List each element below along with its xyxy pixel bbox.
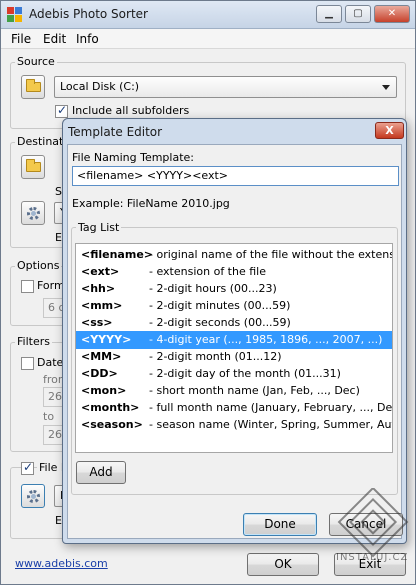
form-checkbox[interactable] <box>21 280 34 293</box>
maximize-button[interactable]: ▢ <box>345 5 371 23</box>
minimize-button[interactable]: ▁ <box>316 5 342 23</box>
source-disk-value: Local Disk (C:) <box>60 80 140 93</box>
tag-description: - short month name (Jan, Feb, ..., Dec) <box>149 384 360 397</box>
destination-settings-button[interactable] <box>21 201 45 225</box>
tag-row[interactable]: <MM> - 2-digit month (01...12) <box>76 348 392 366</box>
close-button[interactable]: ✕ <box>374 5 410 23</box>
tag-key: <month> <box>81 401 140 414</box>
tag-row[interactable]: <mm> - 2-digit minutes (00...59) <box>76 297 392 315</box>
menu-file[interactable]: File <box>7 29 35 49</box>
tag-key: <ext> <box>81 265 120 278</box>
gear-icon <box>27 207 40 220</box>
menu-info[interactable]: Info <box>72 29 103 49</box>
to-label: to <box>43 410 55 423</box>
done-button[interactable]: Done <box>243 513 317 536</box>
chevron-down-icon <box>382 85 390 90</box>
tag-row[interactable]: <season> - season name (Winter, Spring, … <box>76 416 392 434</box>
source-disk-select[interactable]: Local Disk (C:) <box>54 76 397 98</box>
tag-key: <filename> <box>81 248 153 261</box>
tag-row[interactable]: <ss> - 2-digit seconds (00...59) <box>76 314 392 332</box>
watermark-text: INSTALUJ.CZ <box>336 552 409 563</box>
add-tag-button[interactable]: Add <box>76 461 126 484</box>
tag-row-selected[interactable]: <YYYY> - 4-digit year (..., 1985, 1896, … <box>76 331 392 349</box>
file-naming-e-label: E <box>55 514 62 527</box>
tag-description: - extension of the file <box>149 265 266 278</box>
watermark: INSTALUJ.CZ <box>330 486 416 572</box>
tag-row[interactable]: <month> - full month name (January, Febr… <box>76 399 392 417</box>
tag-row[interactable]: <hh> - 2-digit hours (00...23) <box>76 280 392 298</box>
tag-key: <mm> <box>81 299 123 312</box>
tag-row[interactable]: <filename> - original name of the file w… <box>76 246 392 264</box>
website-link[interactable]: www.adebis.com <box>15 557 108 570</box>
include-subfolders-label: Include all subfolders <box>72 104 190 117</box>
tag-description: - 2-digit seconds (00...59) <box>149 316 291 329</box>
tag-description: - season name (Winter, Spring, Summer, A… <box>149 418 392 431</box>
date-checkbox[interactable] <box>21 357 34 370</box>
tag-key: <ss> <box>81 316 113 329</box>
tag-description: - 2-digit minutes (00...59) <box>149 299 291 312</box>
template-value: <filename> <YYYY><ext> <box>77 169 229 182</box>
template-input[interactable]: <filename> <YYYY><ext> <box>72 166 399 186</box>
tag-key: <DD> <box>81 367 118 380</box>
window-title: Adebis Photo Sorter <box>29 7 148 21</box>
tag-key: <YYYY> <box>81 333 132 346</box>
template-label: File Naming Template: <box>72 151 194 164</box>
tag-row[interactable]: <DD> - 2-digit day of the month (01...31… <box>76 365 392 383</box>
menu-bar: File Edit Info <box>1 29 415 49</box>
dialog-title: Template Editor <box>68 125 163 139</box>
filters-group-label: Filters <box>15 335 52 348</box>
tag-key: <hh> <box>81 282 116 295</box>
menu-edit[interactable]: Edit <box>39 29 70 49</box>
file-naming-checkbox[interactable] <box>21 460 34 475</box>
tag-description: - full month name (January, February, ..… <box>149 401 393 414</box>
tag-description: - original name of the file without the … <box>149 248 393 261</box>
ok-button[interactable]: OK <box>247 553 319 576</box>
tag-description: - 4-digit year (..., 1985, 1896, ..., 20… <box>149 333 383 346</box>
gear-icon <box>27 490 40 503</box>
template-editor-dialog: Template Editor X File Naming Template: … <box>62 118 407 544</box>
source-browse-button[interactable] <box>21 75 45 99</box>
tag-list[interactable]: <filename> - original name of the file w… <box>75 243 393 453</box>
options-group-label: Options <box>15 259 62 272</box>
tag-key: <mon> <box>81 384 127 397</box>
tag-key: <season> <box>81 418 143 431</box>
folder-icon <box>26 159 41 172</box>
tag-row[interactable]: <ext> - extension of the file <box>76 263 392 281</box>
dialog-client-area: File Naming Template: <filename> <YYYY><… <box>67 144 403 539</box>
tag-description: - 2-digit month (01...12) <box>149 350 282 363</box>
folder-icon <box>26 79 41 92</box>
file-naming-settings-button[interactable] <box>21 484 45 508</box>
tag-list-label: Tag List <box>76 221 122 234</box>
destination-e-label: E <box>55 231 62 244</box>
example-text: Example: FileName 2010.jpg <box>72 197 230 210</box>
include-subfolders-checkbox[interactable] <box>55 103 68 118</box>
source-group-label: Source <box>15 55 57 68</box>
main-title-bar[interactable]: Adebis Photo Sorter ▁ ▢ ✕ <box>1 1 415 29</box>
tag-row[interactable]: <mon> - short month name (Jan, Feb, ...,… <box>76 382 392 400</box>
tag-key: <MM> <box>81 350 122 363</box>
destination-s-label: S <box>55 185 62 198</box>
destination-group-label: Destinati <box>15 135 69 148</box>
date-label: Date <box>37 356 64 369</box>
destination-browse-button[interactable] <box>21 155 45 179</box>
tag-description: - 2-digit hours (00...23) <box>149 282 277 295</box>
form-label: Form <box>37 279 65 292</box>
tag-description: - 2-digit day of the month (01...31) <box>149 367 341 380</box>
app-icon <box>7 7 23 23</box>
dialog-close-button[interactable]: X <box>375 122 404 139</box>
